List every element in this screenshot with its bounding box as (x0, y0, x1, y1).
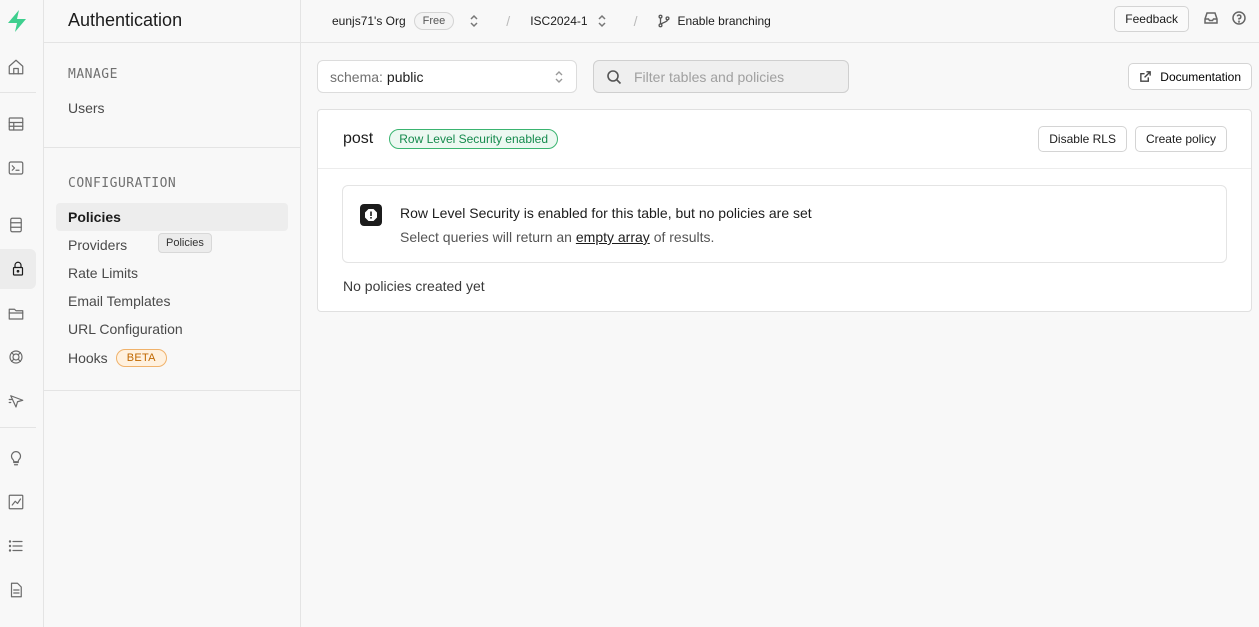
storage-icon[interactable] (4, 301, 28, 325)
breadcrumb-separator: / (506, 13, 511, 29)
alert-title: Row Level Security is enabled for this t… (400, 205, 812, 221)
sidebar-item-url-configuration[interactable]: URL Configuration (56, 315, 288, 343)
enable-branching-label: Enable branching (677, 14, 771, 28)
configuration-section: CONFIGURATION Policies Providers Rate Li… (44, 148, 300, 391)
table-policies-card: post Row Level Security enabled Disable … (317, 109, 1252, 312)
reports-icon[interactable] (4, 490, 28, 514)
realtime-icon[interactable] (4, 345, 28, 369)
documentation-button[interactable]: Documentation (1128, 63, 1252, 90)
sidebar-title: Authentication (68, 10, 183, 30)
schema-label: schema: (330, 68, 383, 85)
filter-input[interactable] (634, 68, 834, 85)
alert-description: Select queries will return an empty arra… (400, 229, 714, 245)
enable-branching-button[interactable]: Enable branching (657, 14, 771, 28)
schema-value: public (386, 68, 424, 85)
rail-divider (0, 92, 36, 93)
card-actions: Disable RLS Create policy (1038, 126, 1227, 152)
breadcrumb-separator: / (633, 13, 638, 29)
sidebar-item-email-templates[interactable]: Email Templates (56, 287, 288, 315)
policies-tooltip: Policies (158, 233, 212, 253)
project-name: ISC2024-1 (530, 14, 588, 28)
inbox-icon[interactable] (1203, 10, 1219, 29)
sidebar-item-users[interactable]: Users (56, 94, 288, 122)
rls-status-badge: Row Level Security enabled (389, 129, 559, 149)
home-icon[interactable] (4, 55, 28, 79)
sidebar-item-label: Email Templates (68, 293, 171, 309)
no-policies-text: No policies created yet (343, 278, 485, 294)
help-icon[interactable] (1231, 10, 1247, 29)
table-editor-icon[interactable] (4, 112, 28, 136)
git-branch-icon (658, 14, 671, 28)
manage-section: MANAGE Users (44, 43, 300, 148)
topbar-actions: Feedback (1114, 6, 1247, 32)
alert-desc-after: of results. (653, 229, 715, 245)
disable-rls-button[interactable]: Disable RLS (1038, 126, 1127, 152)
configuration-heading: CONFIGURATION (68, 176, 177, 191)
beta-badge: BETA (115, 349, 167, 367)
external-link-icon (1140, 71, 1152, 82)
plan-badge: Free (413, 12, 455, 30)
sql-editor-icon[interactable] (4, 156, 28, 180)
feedback-button[interactable]: Feedback (1114, 6, 1189, 32)
sidebar-item-label: Users (68, 100, 105, 116)
project-selector[interactable]: ISC2024-1 (530, 14, 607, 28)
top-bar: eunjs71's Org Free / ISC2024-1 / Enable … (301, 0, 1259, 43)
sidebar-item-hooks[interactable]: Hooks BETA (56, 344, 288, 372)
advisors-icon[interactable] (4, 446, 28, 470)
chevron-up-down-icon (598, 14, 606, 28)
sidebar-header: Authentication (44, 0, 300, 43)
sidebar-item-label: Providers (68, 237, 128, 253)
logs-icon[interactable] (4, 534, 28, 558)
auth-sidebar: Authentication MANAGE Users CONFIGURATIO… (44, 0, 301, 627)
icon-rail (0, 0, 44, 627)
rls-warning-alert: Row Level Security is enabled for this t… (342, 185, 1227, 263)
org-name: eunjs71's Org (332, 14, 406, 28)
card-header: post Row Level Security enabled Disable … (318, 110, 1251, 169)
chevron-up-down-icon (470, 14, 478, 28)
table-name: post (343, 130, 374, 147)
authentication-icon[interactable] (0, 249, 36, 289)
api-docs-icon[interactable] (4, 578, 28, 602)
sidebar-item-policies[interactable]: Policies (56, 203, 288, 231)
org-selector[interactable]: eunjs71's Org Free (332, 12, 480, 30)
rail-divider (0, 427, 36, 428)
alert-octagon-icon (360, 204, 382, 226)
empty-array-link[interactable]: empty array (576, 229, 650, 245)
sidebar-item-label: URL Configuration (68, 321, 183, 337)
documentation-label: Documentation (1160, 69, 1241, 84)
edge-functions-icon[interactable] (4, 389, 28, 413)
manage-heading: MANAGE (68, 67, 118, 82)
sidebar-item-rate-limits[interactable]: Rate Limits (56, 259, 288, 287)
filter-field[interactable] (593, 60, 849, 93)
chevron-up-down-icon (555, 70, 563, 83)
supabase-logo-icon[interactable] (4, 8, 30, 34)
create-policy-button[interactable]: Create policy (1134, 126, 1227, 152)
sidebar-item-label: Policies (68, 209, 121, 225)
main-content: schema: public Documentation post Row Le… (301, 43, 1259, 627)
search-icon (607, 69, 622, 84)
sidebar-item-label: Hooks (68, 350, 108, 366)
schema-selector[interactable]: schema: public (317, 60, 577, 93)
sidebar-item-label: Rate Limits (68, 265, 139, 281)
database-icon[interactable] (4, 213, 28, 237)
alert-desc-before: Select queries will return an (400, 229, 572, 245)
